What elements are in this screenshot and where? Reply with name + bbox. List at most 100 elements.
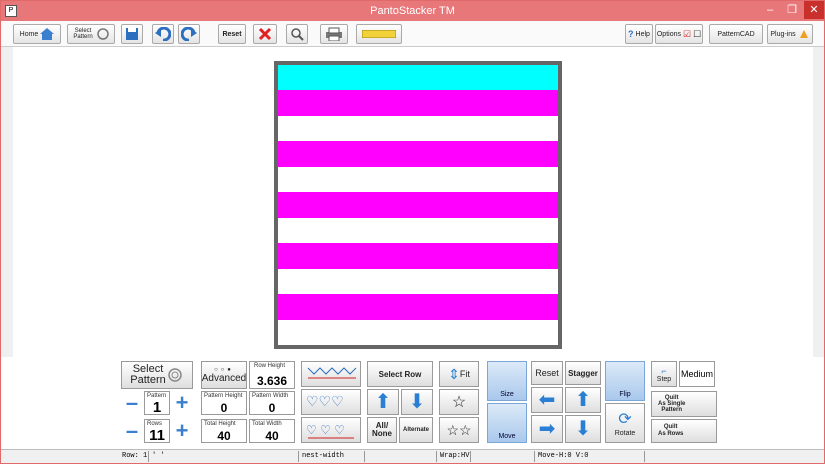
step-button[interactable]: ⌐ Step [651,361,677,387]
select-pattern-panel-label: Select Pattern [130,363,166,386]
pattern-count-box: Pattern 1 [144,391,170,416]
quilt-preview-frame [274,61,562,349]
size-button[interactable]: Size [487,361,527,401]
minimize-button[interactable]: – [759,1,781,19]
move-left-button[interactable]: ⬅ [531,387,563,413]
move-up-button[interactable]: ⬆ [565,387,601,413]
window-title: PantoStacker TM [370,5,455,17]
pattern-width-box: Pattern Width 0 [249,391,295,415]
status-move: Move-H:0 V:0 [535,451,645,462]
toolbar: Home Select Pattern Reset ? Help Options… [1,21,824,47]
save-icon [126,28,138,40]
arrow-up-icon: ⬆ [574,389,592,411]
control-panel: Select Pattern – Pattern 1 + – Rows 11 +… [1,357,824,449]
rows-value[interactable]: 11 [145,427,169,444]
redo-button[interactable] [178,24,200,44]
print-button[interactable] [320,24,348,44]
quilt-row[interactable] [278,115,558,142]
alternate-button[interactable]: Alternate [399,417,433,443]
printer-icon [326,27,342,41]
options-label: Options [656,30,681,38]
quilt-row[interactable] [278,294,558,321]
step-size-select[interactable]: Medium [679,361,715,387]
undo-button[interactable] [152,24,174,44]
checkbox-checked-icon: ☑ [682,28,692,39]
row-height-label: Row Height [254,363,286,369]
save-button[interactable] [121,24,143,44]
pattern-plus-button[interactable]: + [172,392,192,414]
help-label: Help [635,30,650,38]
quilt-row[interactable] [278,166,558,193]
total-width-box: Total Width 40 [249,419,295,443]
all-none-button[interactable]: All/ None [367,417,397,443]
fit-arrows-icon: ⇕ [448,366,460,382]
layout-aligned-button[interactable] [301,361,361,387]
quilt-row[interactable] [278,319,558,346]
row-up-button[interactable]: ⬆ [367,389,399,415]
app-window: P PantoStacker TM – ❐ ✕ Home Select Patt… [0,0,825,464]
star-fit-button[interactable]: ☆ [439,389,479,415]
layout-hearts-button[interactable]: ♡♡♡ [301,389,361,415]
move-button[interactable]: Move [487,403,527,443]
undo-icon [155,27,171,41]
stagger-button[interactable]: Stagger [565,361,601,385]
rows-plus-button[interactable]: + [172,420,192,442]
pattern-width-value[interactable]: 0 [250,401,294,415]
close-button[interactable]: ✕ [804,1,824,19]
zoom-button[interactable] [286,24,308,44]
row-height-box: Row Height 3.636 [249,361,295,389]
options-button[interactable]: Options ☑ ☐ [655,24,703,44]
delete-button[interactable] [253,24,277,44]
advanced-button[interactable]: ○○● Advanced [201,361,247,389]
quilt-row[interactable] [278,268,558,295]
fit-button[interactable]: ⇕ Fit [439,361,479,387]
select-pattern-panel-button[interactable]: Select Pattern [121,361,193,389]
star-mirror-button[interactable]: ☆☆ [439,417,479,443]
select-pattern-button[interactable]: Select Pattern [67,24,115,44]
svg-text:♡ ♡ ♡: ♡ ♡ ♡ [306,423,345,437]
pattern-height-label: Pattern Height [204,393,243,399]
total-height-value[interactable]: 40 [202,429,246,443]
flip-button[interactable]: Flip [605,361,645,401]
restore-button[interactable]: ❐ [781,1,803,19]
home-button[interactable]: Home [13,24,61,44]
quilt-row[interactable] [278,192,558,219]
rotate-label: Rotate [614,429,636,437]
status-blank-2 [471,451,535,462]
ruler-button[interactable] [356,24,402,44]
status-row: Row: 1 [119,451,149,462]
pattern-value[interactable]: 1 [145,399,169,416]
quilt-as-rows-button[interactable]: Quilt As Rows [651,419,717,443]
quilt-row[interactable] [278,90,558,117]
total-width-value[interactable]: 40 [250,429,294,443]
move-right-button[interactable]: ➡ [531,415,563,443]
row-height-value[interactable]: 3.636 [250,374,294,388]
quilt-single-pattern-button[interactable]: Quilt As Single Pattern [651,391,717,417]
rows-minus-button[interactable]: – [122,420,142,442]
quilt-single-label: Quilt As Single Pattern [658,395,686,413]
move-down-button[interactable]: ⬇ [565,415,601,443]
title-bar: P PantoStacker TM – ❐ ✕ [1,1,824,21]
pattern-height-value[interactable]: 0 [202,401,246,415]
help-button[interactable]: ? Help [625,24,653,44]
status-nest: nest-width [299,451,365,462]
select-row-button[interactable]: Select Row [367,361,433,387]
row-down-button[interactable]: ⬇ [401,389,433,415]
quilt-row[interactable] [278,65,558,91]
reset-button[interactable]: Reset [218,24,246,44]
quilt-row[interactable] [278,217,558,244]
rotate-button[interactable]: ⟳ Rotate [605,403,645,443]
arrow-down-icon: ⬇ [408,391,426,413]
quilt-rows-label: Quilt As Rows [658,424,684,437]
ruler-icon [362,30,396,38]
pattern-minus-button[interactable]: – [122,392,142,414]
quilt-row[interactable] [278,243,558,270]
reset-panel-button[interactable]: Reset [531,361,563,385]
plugins-button[interactable]: Plug-ins [767,24,813,44]
quilt-canvas[interactable] [278,65,558,346]
patterncad-button[interactable]: PatternCAD [709,24,763,44]
pattern-icon [97,28,109,40]
layout-spaced-button[interactable]: ♡ ♡ ♡ [301,417,361,443]
quilt-row[interactable] [278,141,558,168]
svg-text:♡♡♡: ♡♡♡ [306,393,344,409]
